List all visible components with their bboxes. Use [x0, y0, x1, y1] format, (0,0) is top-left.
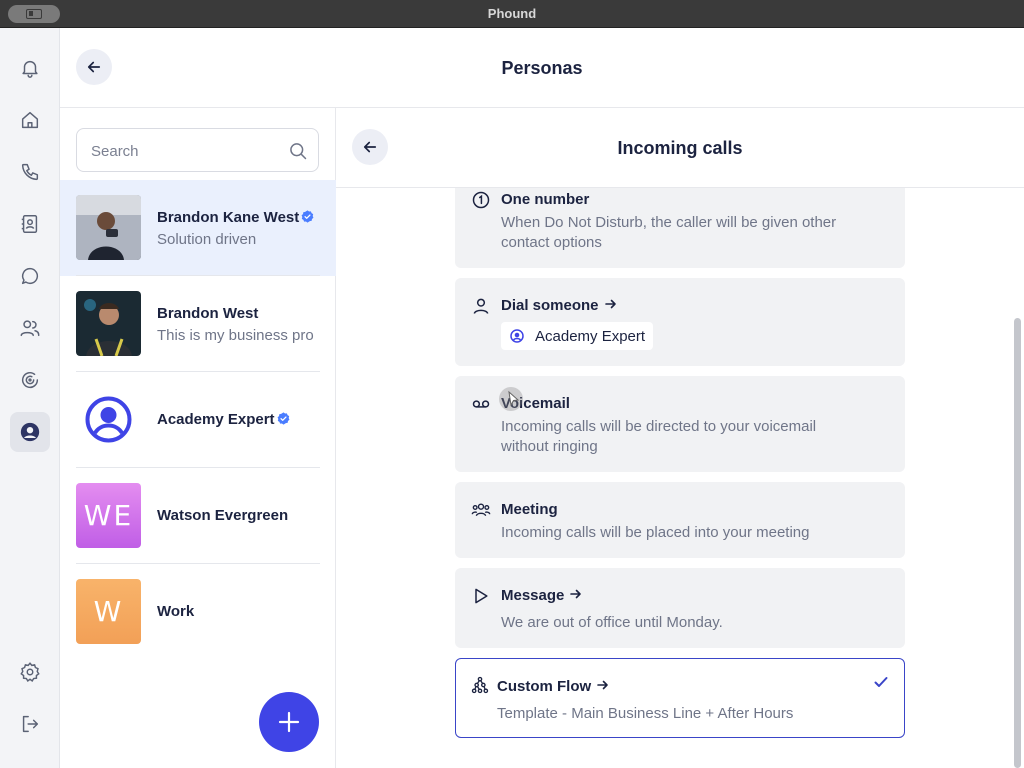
flow-icon: [471, 676, 489, 694]
person-photo-icon: [76, 291, 141, 356]
nav-logout[interactable]: [10, 704, 50, 744]
nav-calls[interactable]: [10, 152, 50, 192]
nav-rail: [0, 28, 60, 768]
option-message[interactable]: Message We are out of office until Monda…: [455, 568, 905, 648]
chip-label: Academy Expert: [535, 327, 646, 345]
persona-logo-icon: [85, 396, 132, 443]
page-header: Personas: [60, 28, 1024, 108]
avatar-initials: WE: [83, 499, 134, 532]
persona-item-brandon-kane-west[interactable]: Brandon Kane West Solution driven: [60, 180, 336, 276]
option-description: When Do Not Disturb, the caller will be …: [501, 214, 837, 251]
option-meeting[interactable]: Meeting Incoming calls will be placed in…: [455, 482, 905, 558]
option-dial-someone[interactable]: Dial someone Academy Expert: [455, 278, 905, 366]
section-title: Incoming calls: [617, 138, 743, 158]
incoming-call-options: One number When Do Not Disturb, the call…: [336, 188, 1024, 768]
voicemail-icon: [472, 400, 490, 408]
logout-icon: [22, 715, 39, 733]
persona-name: Work: [157, 603, 195, 620]
address-book-icon: [21, 215, 38, 233]
persona-icon: [20, 422, 40, 442]
arrow-right-icon: [597, 680, 608, 690]
users-icon: [20, 320, 40, 337]
circle-one-icon: [472, 191, 490, 209]
verified-badge-icon: [277, 412, 289, 425]
option-title: Message: [501, 587, 565, 604]
mouse-cursor-icon: [499, 387, 523, 411]
avatar: WE: [76, 483, 141, 548]
persona-icon: [510, 329, 524, 343]
option-title: Meeting: [501, 501, 558, 518]
arrow-right-icon: [604, 299, 616, 309]
checkmark-icon: [874, 677, 888, 687]
detail-header: Incoming calls: [336, 108, 1024, 188]
options-scrollbar-thumb[interactable]: [1014, 318, 1021, 768]
nav-home[interactable]: [10, 100, 50, 140]
search-input[interactable]: [91, 139, 271, 163]
avatar: [76, 195, 141, 260]
phone-icon: [21, 163, 39, 181]
option-title: Dial someone: [501, 297, 599, 314]
verified-badge-icon: [301, 210, 314, 223]
bell-icon: [22, 60, 38, 78]
avatar: [76, 387, 141, 452]
window-title: Phound: [487, 6, 537, 21]
persona-subtitle: This is my business pro: [157, 327, 314, 344]
persona-item-watson-evergreen[interactable]: WE Watson Evergreen: [60, 468, 336, 564]
option-one-number[interactable]: One number When Do Not Disturb, the call…: [455, 188, 905, 268]
add-persona-button[interactable]: [259, 692, 319, 752]
option-description: Incoming calls will be directed to your …: [501, 418, 817, 455]
arrow-right-icon: [570, 589, 582, 599]
nav-notifications[interactable]: [10, 48, 50, 88]
chat-icon: [21, 267, 39, 285]
option-custom-flow[interactable]: Custom Flow Template - Main Business Lin…: [455, 658, 905, 738]
avatar-initials: W: [93, 595, 124, 628]
gear-icon: [20, 662, 40, 682]
avatar: [76, 291, 141, 356]
page-title: Personas: [501, 58, 583, 78]
avatar: W: [76, 579, 141, 644]
persona-name: Watson Evergreen: [157, 507, 289, 524]
play-icon: [475, 588, 488, 604]
persona-item-academy-expert[interactable]: Academy Expert: [60, 372, 336, 468]
option-description: We are out of office until Monday.: [501, 614, 723, 631]
group-icon: [471, 503, 491, 517]
nav-personas[interactable]: [10, 412, 50, 452]
divider: [76, 275, 320, 276]
option-title: One number: [501, 191, 590, 208]
option-description: Template - Main Business Line + After Ho…: [497, 705, 794, 722]
persona-subtitle: Solution driven: [157, 231, 257, 248]
person-photo-icon: [76, 195, 141, 260]
person-icon: [473, 298, 489, 314]
persona-item-brandon-west[interactable]: Brandon West This is my business pro: [60, 275, 336, 372]
nav-team[interactable]: [10, 308, 50, 348]
nav-messages[interactable]: [10, 256, 50, 296]
persona-name: Brandon Kane West: [157, 209, 300, 226]
spiral-icon: [22, 371, 39, 389]
selected-persona-chip[interactable]: Academy Expert: [501, 322, 654, 350]
search-box: [76, 128, 319, 172]
persona-name: Academy Expert: [157, 411, 275, 428]
persona-item-work[interactable]: W Work: [60, 564, 336, 660]
nav-activity[interactable]: [10, 360, 50, 400]
home-icon: [21, 111, 39, 129]
option-description: Incoming calls will be placed into your …: [501, 524, 810, 541]
persona-name: Brandon West: [157, 305, 259, 322]
search-icon[interactable]: [288, 141, 308, 161]
nav-contacts[interactable]: [10, 204, 50, 244]
option-title: Custom Flow: [497, 678, 592, 695]
window-titlebar: Phound: [0, 0, 1024, 28]
nav-settings[interactable]: [10, 652, 50, 692]
plus-icon: [278, 711, 300, 733]
personas-list-pane: Brandon Kane West Solution driven Brando…: [60, 108, 336, 768]
